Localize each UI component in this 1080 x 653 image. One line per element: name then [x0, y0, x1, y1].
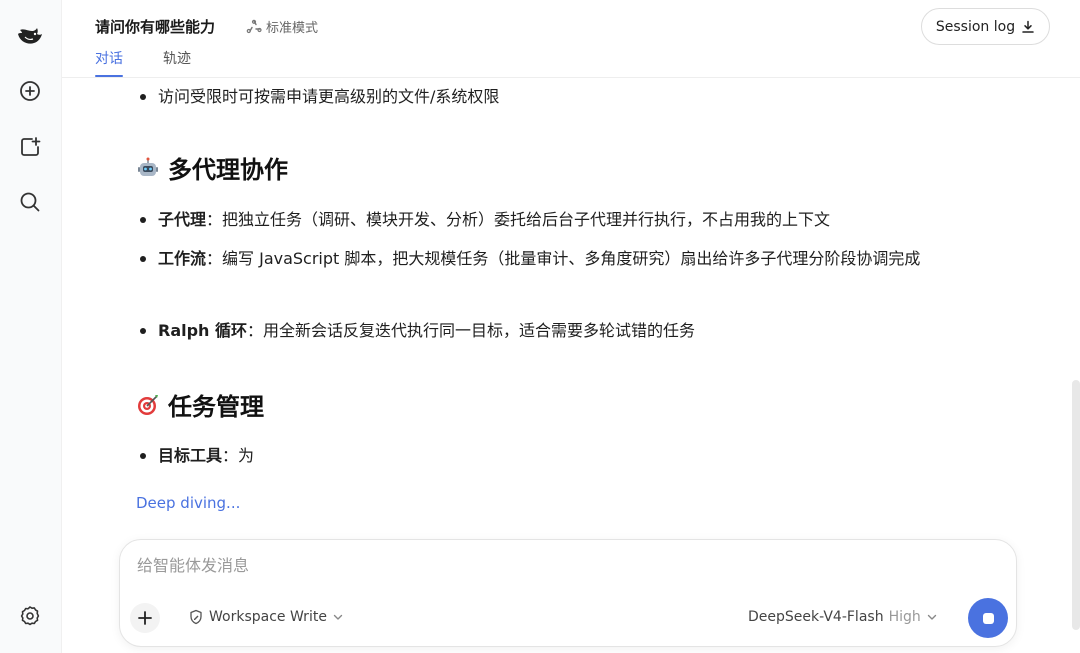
whale-logo-icon[interactable]	[15, 21, 45, 51]
sidebar	[0, 0, 62, 653]
list-item: 访问受限时可按需申请更高级别的文件/系统权限	[136, 80, 499, 113]
model-select[interactable]: DeepSeek-V4-Flash High	[748, 609, 938, 625]
stop-button[interactable]	[968, 598, 1008, 638]
composer: Workspace Write DeepSeek-V4-Flash High	[119, 539, 1017, 647]
model-label: DeepSeek-V4-Flash	[748, 609, 884, 625]
section-title: 任务管理	[168, 393, 264, 421]
mode-indicator[interactable]: 标准模式	[246, 17, 318, 36]
workspace-label: Workspace Write	[209, 609, 327, 625]
session-log-button[interactable]: Session log	[921, 8, 1050, 45]
add-project-icon[interactable]	[15, 132, 45, 162]
section-title: 多代理协作	[168, 156, 288, 184]
tab-conversation[interactable]: 对话	[95, 48, 123, 77]
section-heading: 任务管理	[136, 387, 264, 422]
status-text: Deep diving...	[136, 494, 241, 512]
tab-trace[interactable]: 轨迹	[163, 48, 191, 76]
header: 请问你有哪些能力 标准模式 对话 轨迹 Session log	[62, 0, 1080, 78]
chevron-down-icon	[333, 614, 343, 620]
robot-icon	[136, 156, 160, 180]
attach-button[interactable]	[130, 603, 160, 633]
chevron-down-icon	[927, 614, 936, 620]
message-input[interactable]	[137, 556, 957, 575]
shield-pen-icon	[190, 609, 202, 625]
list-item: Ralph 循环：用全新会话反复迭代执行同一目标，适合需要多轮试错的任务	[136, 314, 695, 347]
target-icon	[136, 393, 160, 417]
plus-icon	[138, 611, 152, 625]
scrollbar[interactable]	[1072, 380, 1080, 630]
page-title: 请问你有哪些能力	[95, 18, 216, 36]
model-level: High	[888, 609, 921, 625]
session-log-label: Session log	[935, 18, 1016, 35]
section-heading: 多代理协作	[136, 150, 288, 185]
mode-icon	[246, 19, 262, 33]
search-icon[interactable]	[15, 187, 45, 217]
list-item: 子代理：把独立任务（调研、模块开发、分析）委托给后台子代理并行执行，不占用我的上…	[136, 203, 830, 236]
stop-icon	[982, 612, 994, 624]
list-item: 目标工具：为	[136, 439, 254, 472]
list-item: 工作流：编写 JavaScript 脚本，把大规模任务（批量审计、多角度研究）扇…	[136, 242, 1006, 275]
workspace-select[interactable]: Workspace Write	[188, 609, 344, 625]
tab-bar: 对话 轨迹	[95, 48, 191, 77]
new-chat-icon[interactable]	[15, 76, 45, 106]
mode-label: 标准模式	[266, 21, 319, 36]
settings-icon[interactable]	[15, 601, 45, 631]
download-icon	[1022, 20, 1034, 33]
